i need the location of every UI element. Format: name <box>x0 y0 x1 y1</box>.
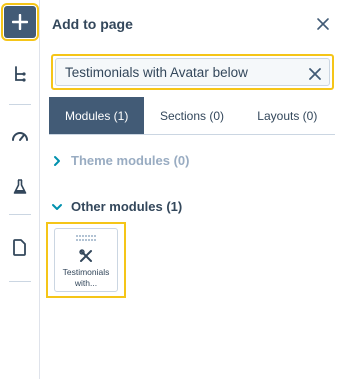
layout-tree-icon <box>15 66 26 82</box>
search-field-highlight <box>51 54 334 90</box>
clear-search-button[interactable] <box>309 67 321 80</box>
panel-title: Add to page <box>52 16 133 32</box>
search-input[interactable] <box>56 59 296 85</box>
other-modules-toggle[interactable]: Other modules (1) <box>51 199 182 214</box>
test-flask-icon <box>13 179 27 194</box>
rail-divider <box>9 214 31 215</box>
tab-bar: Modules (1) Sections (0) Layouts (0) <box>49 97 335 135</box>
left-tool-rail <box>0 0 40 379</box>
rail-divider <box>9 281 31 282</box>
test-button[interactable] <box>4 171 36 203</box>
tab-sections[interactable]: Sections (0) <box>144 97 240 134</box>
rail-divider <box>9 104 31 105</box>
add-to-page-panel: Add to page Modules (1) Sections (0) Lay… <box>41 0 344 379</box>
module-label-line2: with... <box>74 278 98 288</box>
optimize-gauge-icon <box>12 132 28 141</box>
drag-handle-icon <box>76 235 96 241</box>
chevron-right-icon <box>54 155 60 166</box>
module-highlight: Testimonials with... <box>46 222 126 298</box>
module-label: Testimonials with... <box>57 267 115 289</box>
add-icon <box>12 14 28 30</box>
add-button[interactable] <box>1 3 39 41</box>
tab-layouts[interactable]: Layouts (0) <box>239 97 335 134</box>
layout-tree-button[interactable] <box>4 58 36 90</box>
module-card-testimonials[interactable]: Testimonials with... <box>54 228 118 292</box>
wrench-tools-icon <box>79 249 92 262</box>
other-modules-label: Other modules (1) <box>71 199 183 214</box>
page-settings-button[interactable] <box>4 231 36 263</box>
close-button[interactable] <box>316 17 330 31</box>
close-icon <box>317 18 329 30</box>
module-label-line1: Testimonials <box>62 267 110 277</box>
panel-header: Add to page <box>41 0 344 48</box>
search-field <box>55 58 330 86</box>
optimize-button[interactable] <box>4 119 36 151</box>
theme-modules-toggle[interactable]: Theme modules (0) <box>51 153 189 168</box>
theme-modules-label: Theme modules (0) <box>71 153 190 168</box>
page-document-icon <box>13 238 26 256</box>
chevron-down-icon <box>52 203 62 210</box>
clear-icon <box>309 68 321 80</box>
tab-modules[interactable]: Modules (1) <box>49 97 145 134</box>
